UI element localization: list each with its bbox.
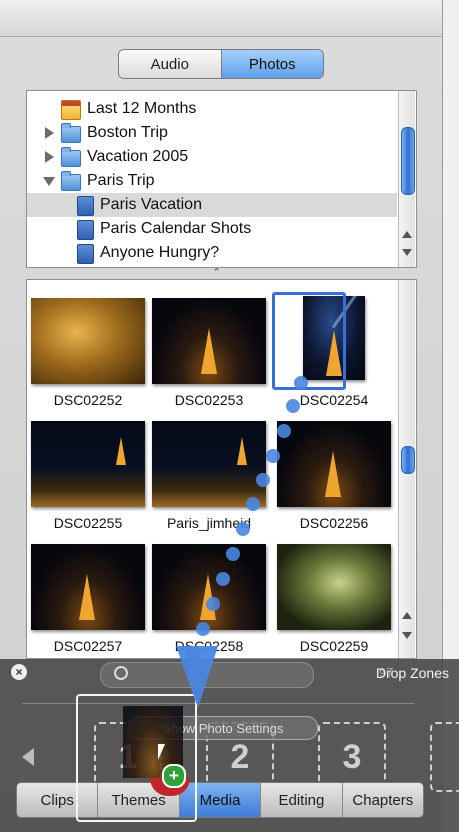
photo-label: Paris_jimheid <box>166 515 252 531</box>
source-item-paris-vacation[interactable]: Paris Vacation <box>27 193 397 217</box>
photo-grid-scrollbar[interactable] <box>398 280 415 658</box>
photos-tab-button[interactable]: Photos <box>221 50 323 78</box>
scroll-left-arrow-icon[interactable] <box>22 748 34 766</box>
drag-path-dot <box>266 449 280 463</box>
source-item-anyone-hungry[interactable]: Anyone Hungry? <box>27 241 397 265</box>
folder-icon <box>61 123 81 143</box>
album-icon <box>77 244 94 264</box>
mouse-pointer-icon <box>158 744 165 760</box>
audio-tab-button[interactable]: Audio <box>119 50 222 78</box>
photo-label: DSC02259 <box>299 638 369 654</box>
add-plus-icon: + <box>162 764 186 788</box>
scroll-thumb[interactable] <box>401 127 415 195</box>
photo-label: DSC02253 <box>174 392 244 408</box>
scroll-up-arrow-icon[interactable] <box>402 612 412 619</box>
media-type-segmented-control: Audio Photos <box>118 49 324 79</box>
source-item-label: Boston Trip <box>87 124 168 141</box>
drop-zone-4[interactable] <box>430 722 459 792</box>
disclosure-triangle-icon[interactable] <box>45 151 54 163</box>
photo-thumbnail[interactable] <box>152 544 266 630</box>
photo-thumbnail[interactable] <box>152 421 266 507</box>
close-icon[interactable]: × <box>11 664 27 680</box>
photo-thumbnail[interactable] <box>277 421 391 507</box>
scroll-up-arrow-icon[interactable] <box>402 231 412 238</box>
photo-thumbnail[interactable] <box>31 544 145 630</box>
source-item-label: Anyone Hungry? <box>100 244 220 261</box>
calendar-icon <box>61 100 81 120</box>
photo-thumbnail[interactable] <box>31 421 145 507</box>
photo-thumbnail[interactable] <box>152 298 266 384</box>
eiffel-tower-image <box>201 328 217 374</box>
disclosure-triangle-icon[interactable] <box>45 127 54 139</box>
eiffel-tower-image <box>325 451 341 497</box>
drag-path-dot <box>286 399 300 413</box>
photo-thumbnail[interactable] <box>277 544 391 630</box>
source-item-paris-calendar-shots[interactable]: Paris Calendar Shots <box>27 217 397 241</box>
source-list-scrollbar[interactable] <box>398 91 415 267</box>
tab-chapters[interactable]: Chapters <box>342 783 423 817</box>
disclosure-triangle-expanded-icon[interactable] <box>43 177 55 186</box>
drag-path-dot <box>216 572 230 586</box>
search-icon <box>114 666 128 680</box>
source-item-label: Last 12 Months <box>87 100 197 117</box>
split-handle-icon[interactable]: ⌃ <box>212 266 221 279</box>
eiffel-tower-image <box>79 574 95 620</box>
drag-path-dot <box>206 597 220 611</box>
scroll-down-arrow-icon[interactable] <box>402 249 412 256</box>
source-item-paris-trip[interactable]: Paris Trip <box>27 169 397 193</box>
drop-zones-title: Drop Zones <box>375 665 449 681</box>
source-item-label: Paris Calendar Shots <box>100 220 252 237</box>
scroll-down-arrow-icon[interactable] <box>402 632 412 639</box>
source-item-last-12-months[interactable]: Last 12 Months <box>27 97 397 121</box>
drag-path-dot <box>256 473 270 487</box>
eiffel-tower-image <box>116 437 126 465</box>
album-icon <box>77 220 94 240</box>
photo-label: DSC02252 <box>53 392 123 408</box>
source-item-boston-trip[interactable]: Boston Trip <box>27 121 397 145</box>
photo-source-list: Last 12 Months Boston Trip Vacation 2005… <box>26 90 417 268</box>
drag-path-dot <box>196 622 210 636</box>
drag-path-dot <box>246 497 260 511</box>
drag-path-dot <box>294 376 308 390</box>
photo-grid: DSC02252 DSC02253 DSC02254 DSC02255 Pari… <box>26 279 417 659</box>
window-topbar <box>0 0 442 37</box>
photo-label: DSC02255 <box>53 515 123 531</box>
source-item-label: Vacation 2005 <box>87 148 189 165</box>
source-item-label: Paris Trip <box>87 172 155 189</box>
photo-label: DSC02256 <box>299 515 369 531</box>
folder-icon <box>61 147 81 167</box>
drag-path-dot <box>236 522 250 536</box>
photo-selection-highlight <box>272 292 346 390</box>
source-item-vacation-2005[interactable]: Vacation 2005 <box>27 145 397 169</box>
tab-editing[interactable]: Editing <box>261 783 343 817</box>
source-item-label: Paris Vacation <box>100 196 202 213</box>
photo-label: DSC02257 <box>53 638 123 654</box>
photo-thumbnail[interactable] <box>31 298 145 384</box>
album-icon <box>77 196 94 216</box>
eiffel-tower-image <box>237 437 247 465</box>
drag-path-dot <box>226 547 240 561</box>
folder-icon <box>61 171 81 191</box>
scroll-thumb[interactable] <box>401 446 415 474</box>
drag-path-dot <box>277 424 291 438</box>
